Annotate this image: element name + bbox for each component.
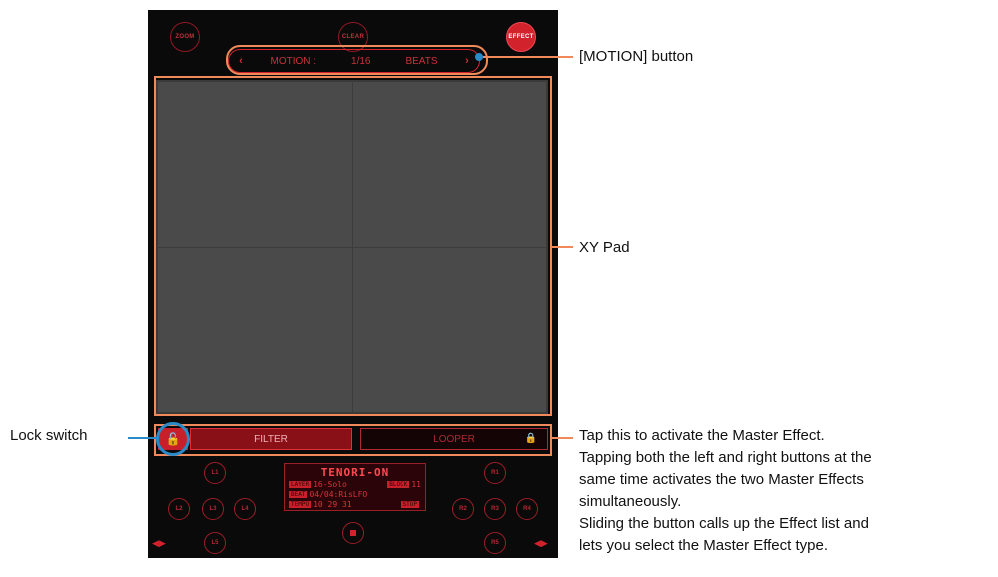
display-tag: BLOCK xyxy=(387,480,410,488)
lock-switch-annotation: Lock switch xyxy=(10,427,88,444)
layer-button-r3[interactable]: R3 xyxy=(484,498,506,520)
layer-button-l2[interactable]: L2 xyxy=(168,498,190,520)
layer-button-l5[interactable]: L5 xyxy=(204,532,226,554)
master-effect-line: lets you select the Master Effect type. xyxy=(579,537,829,554)
master-effect-line: simultaneously. xyxy=(579,493,682,510)
zoom-button[interactable]: ZOOM xyxy=(170,22,200,52)
display-row-layer: LAYER 16-Solo BLOCK 11 xyxy=(289,479,421,489)
display-value: 10 29 31 xyxy=(313,499,352,509)
effect-bar-highlight-box xyxy=(154,424,552,456)
master-effect-annotation: Tap this to activate the Master Effect. … xyxy=(579,425,994,557)
left-scroll-arrows-icon[interactable]: ◀▶ xyxy=(152,538,166,549)
effect-button[interactable]: EFFECT xyxy=(506,22,536,52)
motion-highlight-box xyxy=(226,45,488,75)
master-effect-line: Tapping both the left and right buttons … xyxy=(579,449,872,466)
motion-callout-line xyxy=(483,56,573,58)
xy-pad-highlight-box xyxy=(154,76,552,416)
display-row-beat: BEAT 04/04:RisLFO xyxy=(289,489,421,499)
lock-callout-line xyxy=(128,437,158,439)
xy-callout-line xyxy=(552,246,573,248)
stop-button[interactable] xyxy=(342,522,364,544)
lock-switch-highlight-circle xyxy=(156,422,190,456)
master-effect-line: Tap this to activate the Master Effect. xyxy=(579,427,825,444)
motion-callout-dot xyxy=(475,53,483,61)
layer-button-l4[interactable]: L4 xyxy=(234,498,256,520)
effect-callout-line xyxy=(552,437,573,439)
tenori-on-display: TENORI-ON LAYER 16-Solo BLOCK 11 BEAT 04… xyxy=(284,463,426,511)
layer-button-l3[interactable]: L3 xyxy=(202,498,224,520)
master-effect-line: same time activates the two Master Effec… xyxy=(579,471,864,488)
display-title: TENORI-ON xyxy=(320,466,390,479)
layer-button-r4[interactable]: R4 xyxy=(516,498,538,520)
display-value: 04/04:RisLFO xyxy=(309,489,368,499)
display-value: 16-Solo xyxy=(313,479,347,489)
layer-button-r2[interactable]: R2 xyxy=(452,498,474,520)
display-tag: TEMPO xyxy=(289,500,312,508)
layer-button-r5[interactable]: R5 xyxy=(484,532,506,554)
master-effect-line: Sliding the button calls up the Effect l… xyxy=(579,515,869,532)
layer-button-r1[interactable]: R1 xyxy=(484,462,506,484)
display-tag: LAYER xyxy=(289,480,312,488)
xy-pad-annotation: XY Pad xyxy=(579,239,630,256)
display-tag: BEAT xyxy=(289,490,308,498)
layer-button-l1[interactable]: L1 xyxy=(204,462,226,484)
stop-icon xyxy=(350,530,356,536)
motion-annotation: [MOTION] button xyxy=(579,48,694,65)
display-value: 11 xyxy=(411,479,421,489)
display-tag: STOP xyxy=(400,500,419,508)
display-row-tempo: TEMPO 10 29 31 STOP xyxy=(289,499,421,509)
right-scroll-arrows-icon[interactable]: ◀▶ xyxy=(534,538,548,549)
